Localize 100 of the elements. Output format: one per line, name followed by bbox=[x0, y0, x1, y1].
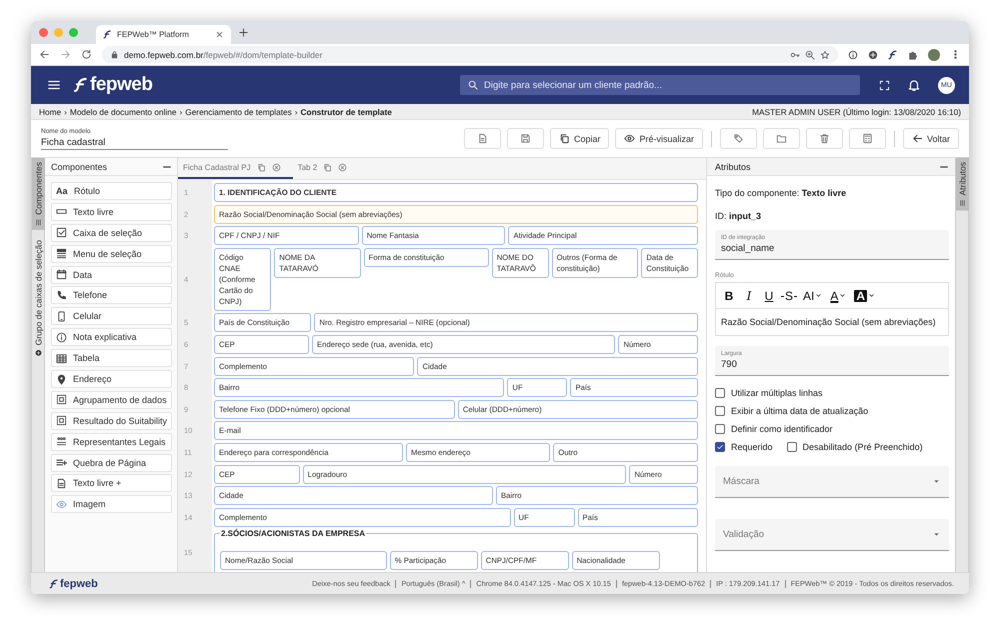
logo-icon bbox=[73, 77, 89, 93]
save-button[interactable] bbox=[506, 128, 544, 149]
side-tab[interactable]: Grupo de caixas de seleção bbox=[32, 236, 45, 360]
back-icon[interactable] bbox=[39, 49, 50, 60]
copy-icon[interactable] bbox=[256, 163, 266, 172]
editor-content[interactable]: Razão Social/Denominação Social (sem abreviações) bbox=[716, 309, 948, 335]
label-icon: Aa bbox=[56, 186, 68, 196]
tag-button[interactable] bbox=[720, 128, 757, 149]
component-item[interactable]: Representantes Legais bbox=[51, 432, 172, 451]
breadcrumb-link[interactable]: Gerenciamento de templates bbox=[185, 106, 292, 116]
zoom-icon[interactable] bbox=[805, 50, 815, 60]
color-button[interactable]: A bbox=[828, 286, 848, 304]
copy-button[interactable]: Copiar bbox=[550, 128, 610, 149]
extension-icon[interactable] bbox=[848, 50, 858, 60]
select-field[interactable]: Validação bbox=[715, 519, 949, 551]
close-icon[interactable] bbox=[215, 30, 224, 39]
model-name-field[interactable]: Ficha cadastral bbox=[41, 136, 228, 150]
trash-icon bbox=[818, 133, 830, 144]
menu-icon[interactable] bbox=[47, 78, 61, 92]
component-item[interactable]: Data bbox=[51, 266, 172, 284]
component-item[interactable]: Texto livre + bbox=[51, 474, 172, 492]
document-icon bbox=[476, 133, 488, 144]
star-icon[interactable] bbox=[820, 50, 830, 60]
side-tab[interactable]: Atributos bbox=[956, 158, 969, 211]
menu-icon bbox=[35, 218, 42, 226]
bell-icon[interactable] bbox=[907, 78, 921, 92]
component-item[interactable]: Caixa de seleção bbox=[51, 224, 172, 242]
favicon-icon bbox=[103, 30, 112, 39]
component-item[interactable]: Tabela bbox=[51, 349, 172, 368]
strike-button[interactable]: S bbox=[781, 286, 797, 304]
copy-icon[interactable] bbox=[323, 163, 332, 172]
close-icon[interactable] bbox=[272, 163, 281, 172]
puzzle-icon[interactable] bbox=[908, 50, 918, 60]
info-icon bbox=[56, 332, 67, 343]
checkbox-label: Utilizar múltiplas linhas bbox=[731, 388, 823, 398]
checkbox[interactable] bbox=[786, 442, 797, 452]
add-circle-icon bbox=[35, 349, 42, 356]
address-bar[interactable]: demo.fepweb.com.br/fepweb/#/dom/template-builder bbox=[102, 46, 838, 63]
component-item[interactable]: Nota explicativa bbox=[51, 328, 172, 346]
new-tab-icon[interactable] bbox=[238, 27, 249, 38]
component-item[interactable]: Celular bbox=[51, 307, 172, 326]
checkbox-label: Desabilitado (Pré Preenchido) bbox=[802, 442, 923, 452]
back-button[interactable]: Voltar bbox=[902, 128, 959, 149]
people-icon bbox=[56, 436, 67, 448]
select-field[interactable]: Máscara bbox=[715, 466, 949, 498]
underline-button[interactable]: U bbox=[761, 286, 777, 304]
checkbox-icon bbox=[56, 227, 67, 238]
list-icon bbox=[56, 248, 67, 260]
preview-button[interactable]: Pré-visualizar bbox=[615, 128, 703, 149]
search-field[interactable]: Digite para selecionar um cliente padrão... bbox=[460, 75, 860, 95]
document-icon bbox=[56, 478, 67, 489]
close-icon[interactable] bbox=[338, 163, 348, 172]
checkbox-label: Exibir a última data de atualização bbox=[731, 406, 868, 416]
menu-icon bbox=[959, 200, 966, 207]
map-pin-icon bbox=[56, 374, 67, 385]
tag-icon bbox=[732, 133, 744, 144]
browser-tab[interactable]: FEPWeb™ Platform bbox=[96, 25, 231, 44]
extension-icon[interactable] bbox=[888, 50, 898, 60]
component-item[interactable]: Telefone bbox=[51, 286, 172, 304]
breadcrumb-link[interactable]: Home bbox=[39, 106, 62, 116]
component-item[interactable]: Menu de seleção bbox=[51, 244, 172, 263]
search-icon bbox=[468, 80, 478, 90]
component-item[interactable]: Quebra de Página bbox=[51, 454, 172, 472]
component-item[interactable]: Texto livre bbox=[51, 202, 172, 221]
folder-button[interactable] bbox=[762, 128, 800, 149]
reload-icon[interactable] bbox=[81, 49, 92, 60]
component-item[interactable]: Endereço bbox=[51, 370, 172, 388]
size-button[interactable]: AI bbox=[801, 286, 824, 304]
breadcrumb-link[interactable]: Modelo de documento online bbox=[70, 106, 176, 116]
checkbox-label: Requerido bbox=[731, 442, 773, 452]
group-title: 2.SÓCIOS/ACIONISTAS DA EMPRESA bbox=[220, 528, 366, 540]
extension-icon[interactable] bbox=[868, 50, 878, 60]
checkbox[interactable] bbox=[715, 442, 725, 452]
bold-button[interactable]: B bbox=[721, 286, 737, 304]
group-icon bbox=[56, 415, 67, 426]
component-item[interactable]: Imagem bbox=[51, 495, 172, 514]
component-item[interactable]: Resultado do Suitability bbox=[51, 412, 172, 430]
table-icon bbox=[56, 352, 67, 364]
profile-avatar[interactable] bbox=[928, 48, 940, 60]
checkbox[interactable] bbox=[715, 406, 725, 416]
check-icon bbox=[716, 443, 724, 451]
checkbox[interactable] bbox=[715, 388, 725, 398]
component-item[interactable]: Agrupamento de dados bbox=[51, 390, 172, 409]
panel-title: Atributos bbox=[715, 162, 751, 172]
fullscreen-icon[interactable] bbox=[879, 80, 890, 90]
checkbox[interactable] bbox=[715, 424, 725, 434]
delete-button[interactable] bbox=[806, 128, 843, 149]
side-tab[interactable]: Componentes bbox=[32, 158, 45, 230]
italic-button[interactable]: I bbox=[741, 286, 757, 304]
calculator-icon bbox=[862, 133, 873, 144]
breadcrumb-separator: › bbox=[294, 106, 298, 116]
component-item[interactable]: Aa Rótulo bbox=[51, 182, 172, 200]
highlight-button[interactable]: A bbox=[852, 286, 878, 304]
editor-tab[interactable]: Tab 2 bbox=[292, 158, 360, 179]
page-break-icon bbox=[56, 457, 67, 468]
lock-icon bbox=[110, 50, 119, 59]
new-button[interactable] bbox=[464, 128, 501, 149]
calculator-button[interactable] bbox=[848, 128, 886, 149]
footer-logo: fepweb bbox=[60, 578, 98, 590]
mobile-phone-icon bbox=[56, 310, 67, 322]
